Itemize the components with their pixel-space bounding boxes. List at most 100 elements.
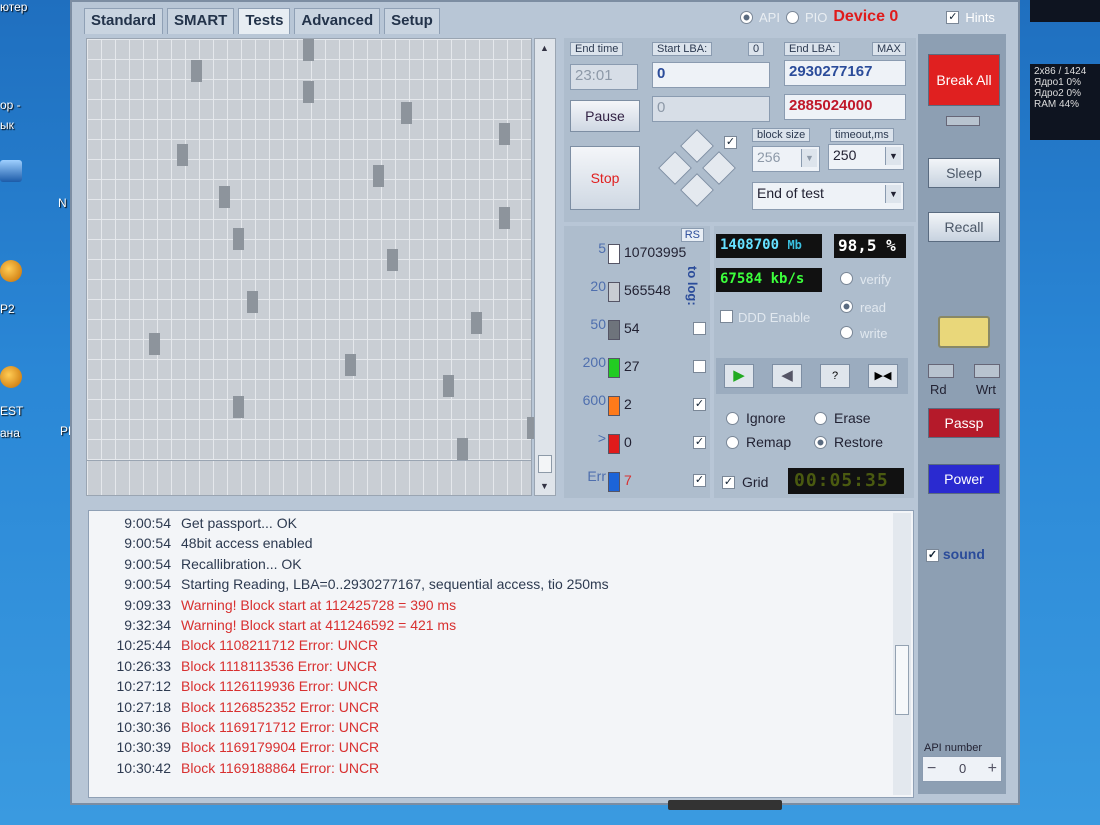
power-button[interactable]: Power — [928, 464, 1000, 494]
hints-label: Hints — [965, 9, 995, 25]
api-radio[interactable] — [740, 10, 753, 24]
api-label: API — [759, 9, 780, 25]
random-icon[interactable]: ? — [820, 364, 850, 388]
ignore-radio[interactable] — [726, 412, 739, 425]
log-time: 9:00:54 — [124, 515, 171, 531]
hints-checkbox[interactable]: ✓ — [946, 10, 960, 24]
dpad-left-icon[interactable] — [658, 151, 692, 185]
pause-button[interactable]: Pause — [570, 100, 640, 132]
desktop-label-3: ык — [0, 118, 14, 132]
map-scroll-thumb[interactable] — [538, 455, 552, 473]
speed-panel: 1408700 Mb 98,5 % 67584 kb/s verify read… — [714, 226, 914, 498]
map-slow-block — [247, 291, 258, 313]
sound-toggle[interactable]: ✓ sound — [926, 546, 985, 562]
desktop-app-icon[interactable] — [0, 160, 22, 182]
ignore-label: Ignore — [746, 410, 786, 426]
recall-button[interactable]: Recall — [928, 212, 1000, 242]
log-time: 10:27:18 — [116, 698, 172, 715]
restore-radio[interactable] — [814, 436, 827, 449]
desktop-app-icon-2[interactable] — [0, 260, 22, 282]
start-lba-zero-button[interactable]: 0 — [748, 42, 765, 56]
butterfly-icon[interactable]: ▶◀ — [868, 364, 898, 388]
log-scroll-thumb[interactable] — [895, 645, 909, 715]
perf-line-3: RAM 44% — [1034, 99, 1080, 110]
log-200-checkbox[interactable] — [693, 360, 706, 373]
stop-button[interactable]: Stop — [570, 146, 640, 210]
device-label[interactable]: Device 0 — [833, 8, 898, 26]
log-err-checkbox[interactable]: ✓ — [693, 474, 706, 487]
end-action-select[interactable]: End of test ▼ — [752, 182, 904, 210]
log-time: 9:00:54 — [124, 555, 171, 572]
write-radio[interactable] — [840, 326, 853, 339]
stat-swatch — [608, 358, 620, 378]
percent-display: 98,5 % — [834, 234, 906, 258]
tab-setup[interactable]: Setup — [384, 8, 440, 34]
mb-display: 1408700 Mb — [716, 234, 822, 258]
log-lines: 9:00:54 Get passport... OK 9:00:54 48bit ac… — [99, 515, 913, 780]
desktop-label-2: ор - — [0, 98, 21, 112]
timeout-select[interactable]: 250 ▼ — [828, 144, 904, 170]
tab-tests[interactable]: Tests — [238, 8, 291, 34]
ddd-checkbox[interactable] — [720, 310, 733, 323]
block-size-select[interactable]: 256 ▼ — [752, 146, 820, 172]
log-50-checkbox[interactable] — [693, 322, 706, 335]
playback-bar: ▶ ◀ ? ▶◀ — [716, 358, 908, 394]
log-gt-checkbox[interactable]: ✓ — [693, 436, 706, 449]
sound-checkbox[interactable]: ✓ — [926, 548, 939, 562]
end-lba-field[interactable]: 2930277167 — [784, 60, 906, 86]
chevron-down-icon[interactable]: ▼ — [801, 149, 817, 167]
log-scrollbar[interactable] — [893, 513, 911, 795]
verify-radio[interactable] — [840, 272, 853, 285]
tab-advanced[interactable]: Advanced — [294, 8, 381, 34]
pio-radio[interactable] — [785, 10, 799, 24]
chevron-down-icon[interactable]: ▼ — [885, 147, 901, 165]
log-message: Recallibration... OK — [181, 555, 302, 572]
log-entry: 9:00:54 48bit access enabled — [99, 535, 913, 555]
dpad-down-icon[interactable] — [680, 173, 714, 207]
map-slow-block — [387, 249, 398, 271]
plus-icon[interactable]: + — [988, 760, 997, 778]
play-icon[interactable]: ▶ — [724, 364, 754, 388]
stat-row-600: 600 2 ✓ — [564, 392, 710, 420]
map-slow-block — [345, 354, 356, 376]
log-600-checkbox[interactable]: ✓ — [693, 398, 706, 411]
timeout-label: timeout,ms — [830, 128, 894, 142]
grid-checkbox[interactable]: ✓ — [722, 476, 735, 489]
end-lba-max-button[interactable]: MAX — [872, 42, 906, 56]
tab-standard[interactable]: Standard — [84, 8, 164, 34]
log-message: 48bit access enabled — [181, 535, 313, 552]
log-panel: 9:00:54 Get passport... OK 9:00:54 48bit ac… — [88, 510, 914, 798]
stat-swatch — [608, 434, 620, 454]
minus-icon[interactable]: − — [927, 760, 936, 778]
stat-row-5: 5 10703995 — [564, 240, 710, 268]
api-number-label: API number — [924, 742, 983, 754]
tab-smart[interactable]: SMART — [167, 8, 235, 34]
passp-button[interactable]: Passp — [928, 408, 1000, 438]
map-slow-block — [401, 102, 412, 124]
sector-map-lower — [86, 460, 532, 496]
end-time-field[interactable]: 23:01 — [570, 64, 638, 90]
dpad-up-icon[interactable] — [680, 129, 714, 163]
ddd-label: DDD Enable — [738, 310, 811, 325]
map-slow-block — [233, 396, 244, 418]
start-lba-field[interactable]: 0 — [652, 62, 770, 88]
stat-row-50: 50 54 — [564, 316, 710, 344]
map-slow-block — [471, 312, 482, 334]
erase-radio[interactable] — [814, 412, 827, 425]
dpad-right-icon[interactable] — [702, 151, 736, 185]
remap-radio[interactable] — [726, 436, 739, 449]
break-all-button[interactable]: Break All — [928, 54, 1000, 106]
api-number-stepper[interactable]: − 0 + — [922, 756, 1002, 782]
scroll-down-icon[interactable]: ▼ — [540, 481, 549, 491]
chevron-down-icon[interactable]: ▼ — [885, 185, 901, 203]
map-scrollbar[interactable]: ▲ ▼ — [534, 38, 556, 496]
block-size-label: block size — [752, 128, 811, 142]
dpad-checkbox[interactable]: ✓ — [724, 136, 737, 149]
scroll-up-icon[interactable]: ▲ — [540, 43, 549, 53]
read-radio[interactable] — [840, 300, 853, 313]
sleep-button[interactable]: Sleep — [928, 158, 1000, 188]
back-icon[interactable]: ◀ — [772, 364, 802, 388]
activity-meter-icon — [938, 316, 990, 348]
restore-label: Restore — [834, 434, 884, 450]
desktop-app-icon-3[interactable] — [0, 366, 22, 388]
